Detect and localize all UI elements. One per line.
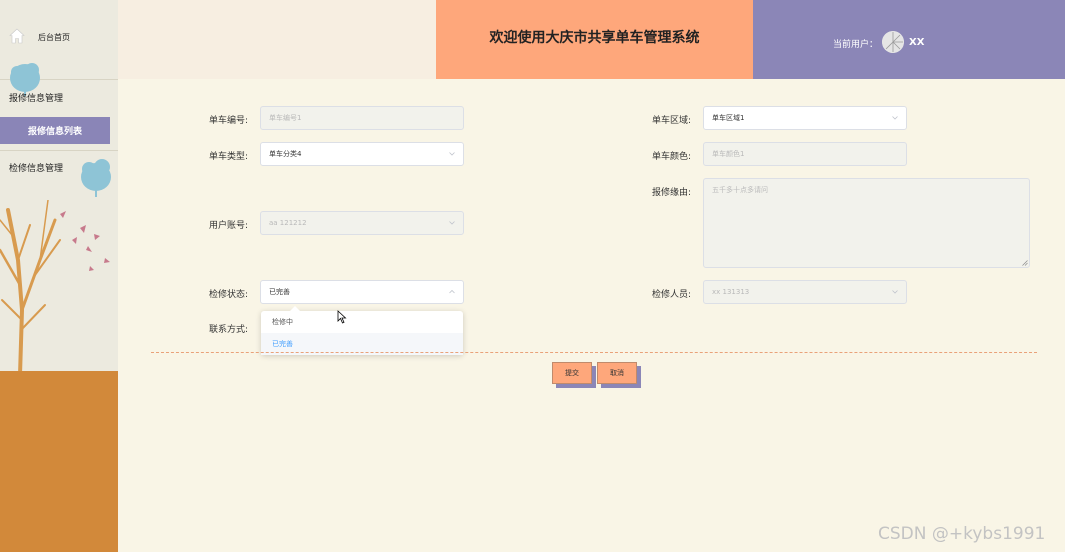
reason-textarea[interactable]: 五千多十点多请问 [703,178,1030,268]
watermark: CSDN @+kybs1991 [878,524,1046,544]
user-account-label: 用户账号: [208,221,248,231]
contact-label: 联系方式: [208,325,248,335]
submit-button[interactable]: 提交 [552,362,592,384]
bike-type-value: 单车分类4 [269,150,302,158]
menu-heading-repair[interactable]: 报修信息管理 [9,91,63,104]
resize-handle-icon[interactable] [1022,260,1028,266]
repairer-select[interactable]: xx 131313 [703,280,907,304]
bike-color-value: 单车颜色1 [712,150,745,158]
bike-no-value: 单车编号1 [269,114,302,122]
sidebar-item-repair-list[interactable]: 报修信息列表 [0,117,110,144]
dropdown-arrow [290,306,300,311]
header-left [118,0,436,79]
repairer-label: 检修人员: [651,290,691,300]
header-title-bar: 欢迎使用大庆市共享单车管理系统 [436,0,753,79]
bike-type-select[interactable]: 单车分类4 [260,142,464,166]
ground-decoration [0,371,118,552]
user-account-select[interactable]: aa 121212 [260,211,464,235]
avatar[interactable] [882,31,904,53]
cloud-icon [81,159,111,197]
repair-status-select[interactable]: 已完善 [260,280,464,304]
repair-status-value: 已完善 [269,288,290,296]
repair-status-label: 检修状态: [208,290,248,300]
dropdown-option-in-progress[interactable]: 检修中 [261,311,463,333]
repairer-value: xx 131313 [712,288,750,296]
reason-value: 五千多十点多请问 [712,186,768,194]
cancel-button[interactable]: 取消 [597,362,637,384]
avatar-icon [882,31,904,53]
current-user-label: 当前用户： [833,40,879,50]
menu-heading-inspection[interactable]: 检修信息管理 [9,161,63,174]
reason-label: 报修缘由: [651,188,691,198]
header-user-bar: 当前用户： XX [753,0,1065,79]
chevron-down-icon [449,152,455,156]
bike-no-label: 单车编号: [208,116,248,126]
chevron-down-icon [449,221,455,225]
home-icon [9,28,25,44]
chevron-down-icon [892,116,898,120]
tree-decoration [0,200,110,375]
chevron-up-icon [449,289,455,294]
sidebar-divider [0,150,118,151]
bike-color-label: 单车颜色: [651,152,691,162]
bike-no-input[interactable]: 单车编号1 [260,106,464,130]
page-title: 欢迎使用大庆市共享单车管理系统 [489,29,700,46]
bike-type-label: 单车类型: [208,152,248,162]
bike-area-value: 单车区域1 [712,114,745,122]
sidebar: 后台首页 报修信息管理 报修信息列表 检修信息管理 [0,0,118,552]
bike-color-input[interactable]: 单车颜色1 [703,142,907,166]
current-user-name: XX [909,37,925,48]
bike-area-select[interactable]: 单车区域1 [703,106,907,130]
home-label: 后台首页 [38,33,70,42]
chevron-down-icon [892,290,898,294]
mouse-cursor-icon [337,310,347,324]
form-divider [151,352,1037,353]
user-account-value: aa 121212 [269,219,307,227]
bike-area-label: 单车区域: [651,116,691,126]
repair-status-dropdown: 检修中 已完善 [261,306,463,355]
